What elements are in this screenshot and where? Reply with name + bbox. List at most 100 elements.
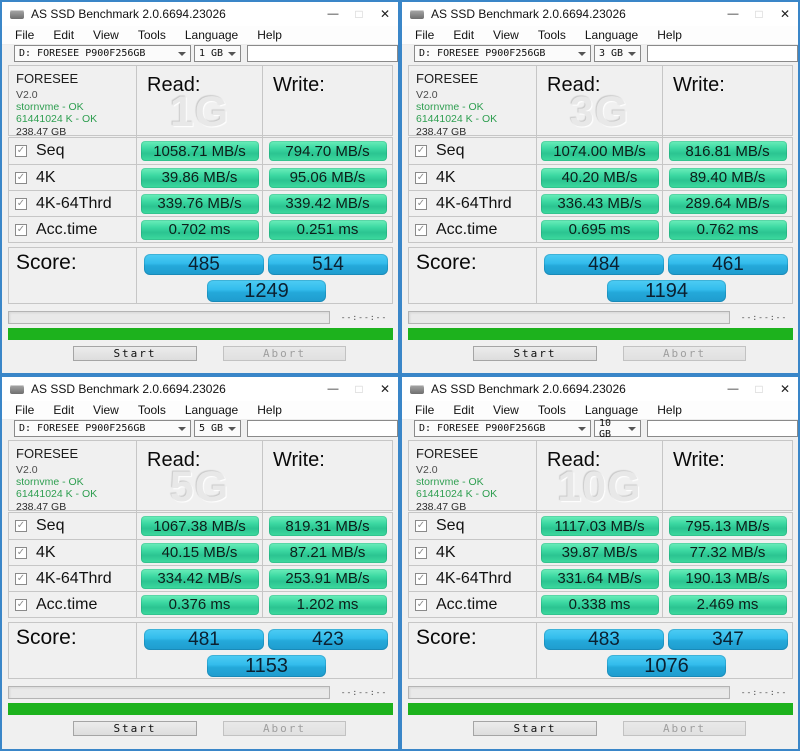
maximize-button[interactable]: □: [746, 377, 772, 401]
acctime-read-cell: 0.695 ms: [537, 217, 663, 242]
minimize-button[interactable]: —: [720, 377, 746, 401]
overall-progress-bar: [408, 328, 793, 340]
seq-checkbox[interactable]: ✓: [15, 520, 27, 532]
abort-button[interactable]: Abort: [623, 721, 746, 736]
seq-checkbox[interactable]: ✓: [415, 145, 427, 157]
chevron-down-icon: [628, 52, 636, 56]
remaining-time: --:--:--: [734, 313, 794, 322]
total-score-badge: 1249: [207, 280, 326, 302]
4k64-checkbox[interactable]: ✓: [415, 573, 427, 585]
start-button[interactable]: Start: [473, 346, 597, 361]
menu-language[interactable]: Language: [185, 403, 238, 417]
seq-read-value: 1058.71 MB/s: [141, 141, 259, 161]
test-size-select[interactable]: 10 GB: [594, 420, 641, 437]
maximize-button[interactable]: □: [346, 377, 372, 401]
drive-select[interactable]: D: FORESEE P900F256GB: [414, 45, 591, 62]
abort-button[interactable]: Abort: [223, 721, 346, 736]
seq-checkbox[interactable]: ✓: [15, 145, 27, 157]
4k-checkbox[interactable]: ✓: [415, 547, 427, 559]
menu-file[interactable]: File: [415, 403, 434, 417]
driver-status: stornvme - OK: [416, 101, 536, 113]
app-drive-icon: [410, 385, 424, 394]
menu-view[interactable]: View: [93, 403, 119, 417]
acctime-row-label-cell: ✓ Acc.time: [409, 217, 537, 242]
result-name-textbox[interactable]: [647, 420, 798, 437]
test-size-select[interactable]: 5 GB: [194, 420, 241, 437]
drive-select-value: D: FORESEE P900F256GB: [19, 48, 145, 59]
menu-view[interactable]: View: [93, 28, 119, 42]
test-size-select[interactable]: 1 GB: [194, 45, 241, 62]
menu-file[interactable]: File: [415, 28, 434, 42]
close-button[interactable]: ✕: [372, 2, 398, 26]
menu-file[interactable]: File: [15, 28, 34, 42]
4k-checkbox[interactable]: ✓: [15, 172, 27, 184]
table-row-4k64thrd: ✓ 4K-64Thrd 334.42 MB/s 253.91 MB/s: [9, 565, 392, 591]
acctime-read-cell: 0.338 ms: [537, 592, 663, 617]
acctime-checkbox[interactable]: ✓: [415, 599, 427, 611]
menu-edit[interactable]: Edit: [53, 28, 74, 42]
4k64-checkbox[interactable]: ✓: [415, 198, 427, 210]
abort-button[interactable]: Abort: [623, 346, 746, 361]
drive-firmware-version: V2.0: [16, 464, 136, 476]
acctime-label: Acc.time: [436, 221, 497, 239]
minimize-button[interactable]: —: [720, 2, 746, 26]
4k64-checkbox[interactable]: ✓: [15, 573, 27, 585]
acctime-checkbox[interactable]: ✓: [15, 224, 27, 236]
menu-tools[interactable]: Tools: [138, 403, 166, 417]
menu-tools[interactable]: Tools: [138, 28, 166, 42]
menu-file[interactable]: File: [15, 403, 34, 417]
menu-language[interactable]: Language: [185, 28, 238, 42]
menu-edit[interactable]: Edit: [53, 403, 74, 417]
acctime-checkbox[interactable]: ✓: [415, 224, 427, 236]
drive-select[interactable]: D: FORESEE P900F256GB: [414, 420, 591, 437]
seq-write-value: 794.70 MB/s: [269, 141, 387, 161]
menu-language[interactable]: Language: [585, 28, 638, 42]
menu-view[interactable]: View: [493, 403, 519, 417]
4k64-checkbox[interactable]: ✓: [15, 198, 27, 210]
menu-view[interactable]: View: [493, 28, 519, 42]
drive-select-value: D: FORESEE P900F256GB: [19, 423, 145, 434]
4k-checkbox[interactable]: ✓: [15, 547, 27, 559]
seq-row-label-cell: ✓ Seq: [409, 138, 537, 164]
close-button[interactable]: ✕: [772, 377, 798, 401]
close-button[interactable]: ✕: [372, 377, 398, 401]
menu-help[interactable]: Help: [257, 403, 282, 417]
abort-button[interactable]: Abort: [223, 346, 346, 361]
close-button[interactable]: ✕: [772, 2, 798, 26]
test-size-select[interactable]: 3 GB: [594, 45, 641, 62]
menu-help[interactable]: Help: [657, 403, 682, 417]
read-column-header-cell: Read: 3G: [537, 66, 663, 138]
start-button[interactable]: Start: [73, 721, 197, 736]
drive-select[interactable]: D: FORESEE P900F256GB: [14, 420, 191, 437]
start-button[interactable]: Start: [73, 346, 197, 361]
score-section: Score: 481 423 1153: [8, 622, 393, 679]
4k-write-cell: 89.40 MB/s: [663, 165, 792, 190]
minimize-button[interactable]: —: [320, 2, 346, 26]
read-score-badge: 481: [144, 629, 264, 650]
menu-edit[interactable]: Edit: [453, 28, 474, 42]
menu-tools[interactable]: Tools: [538, 403, 566, 417]
menu-language[interactable]: Language: [585, 403, 638, 417]
maximize-button[interactable]: □: [346, 2, 372, 26]
drive-select[interactable]: D: FORESEE P900F256GB: [14, 45, 191, 62]
chevron-down-icon: [178, 427, 186, 431]
read-label: Read:: [544, 446, 662, 472]
4k-checkbox[interactable]: ✓: [415, 172, 427, 184]
seq-read-cell: 1067.38 MB/s: [137, 513, 263, 539]
menu-help[interactable]: Help: [257, 28, 282, 42]
menu-tools[interactable]: Tools: [538, 28, 566, 42]
acctime-write-value: 0.762 ms: [669, 220, 787, 240]
start-button[interactable]: Start: [473, 721, 597, 736]
result-name-textbox[interactable]: [247, 45, 398, 62]
acctime-checkbox[interactable]: ✓: [15, 599, 27, 611]
chevron-down-icon: [178, 52, 186, 56]
result-name-textbox[interactable]: [647, 45, 798, 62]
result-name-textbox[interactable]: [247, 420, 398, 437]
write-label: Write:: [270, 71, 392, 97]
menu-help[interactable]: Help: [657, 28, 682, 42]
minimize-button[interactable]: —: [320, 377, 346, 401]
seq-checkbox[interactable]: ✓: [415, 520, 427, 532]
score-section: Score: 485 514 1249: [8, 247, 393, 304]
maximize-button[interactable]: □: [746, 2, 772, 26]
menu-edit[interactable]: Edit: [453, 403, 474, 417]
